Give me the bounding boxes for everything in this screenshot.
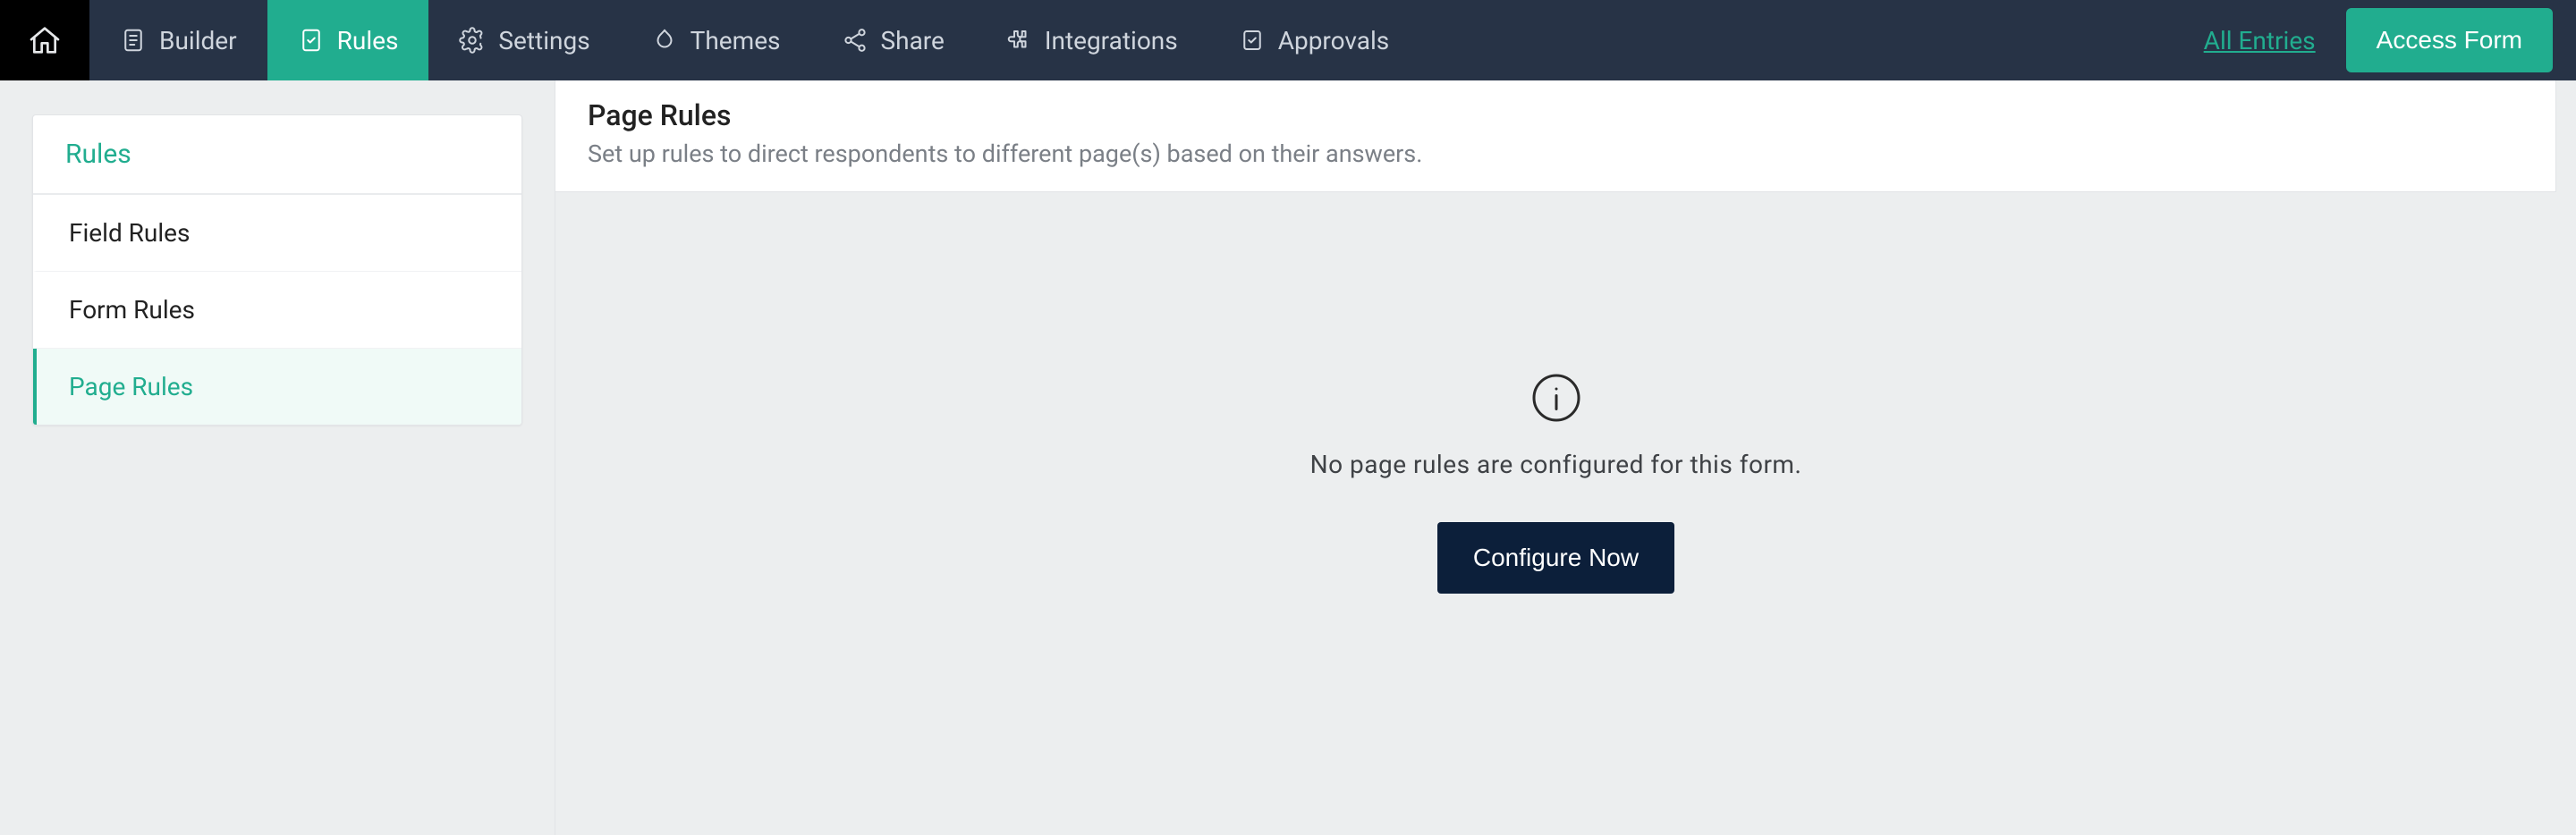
sidebar-title: Rules	[33, 115, 521, 195]
nav-label: Approvals	[1278, 26, 1390, 55]
sidebar-item-page-rules[interactable]: Page Rules	[33, 349, 521, 425]
sidebar-item-label: Form Rules	[69, 295, 195, 325]
nav-items: Builder Rules Settings	[89, 0, 2204, 80]
empty-state-text: No page rules are configured for this fo…	[1310, 450, 1802, 479]
content: Page Rules Set up rules to direct respon…	[555, 80, 2576, 835]
content-header: Page Rules Set up rules to direct respon…	[555, 80, 2556, 192]
configure-now-button[interactable]: Configure Now	[1437, 522, 1674, 594]
nav-right: All Entries Access Form	[2204, 0, 2576, 80]
page-title: Page Rules	[588, 98, 2523, 132]
sidebar-item-form-rules[interactable]: Form Rules	[33, 272, 521, 349]
nav-label: Integrations	[1045, 26, 1178, 55]
nav-approvals[interactable]: Approvals	[1208, 0, 1420, 80]
page-subtitle: Set up rules to direct respondents to di…	[588, 139, 2523, 168]
sidebar-item-label: Field Rules	[69, 218, 190, 248]
sidebar: Rules Field Rules Form Rules Page Rules	[32, 114, 522, 426]
access-form-button[interactable]: Access Form	[2346, 8, 2553, 72]
nav-integrations[interactable]: Integrations	[975, 0, 1208, 80]
nav-rules[interactable]: Rules	[267, 0, 429, 80]
nav-builder[interactable]: Builder	[89, 0, 267, 80]
sidebar-item-field-rules[interactable]: Field Rules	[33, 195, 521, 272]
home-icon	[27, 22, 63, 58]
gear-icon	[459, 27, 486, 54]
sidebar-item-label: Page Rules	[69, 372, 193, 401]
info-icon	[1530, 371, 1583, 425]
rules-icon	[298, 27, 325, 54]
builder-icon	[120, 27, 147, 54]
integrations-icon	[1005, 27, 1032, 54]
nav-label: Share	[881, 26, 945, 55]
nav-label: Rules	[337, 26, 399, 55]
home-button[interactable]	[0, 0, 89, 80]
share-icon	[842, 27, 869, 54]
content-body: No page rules are configured for this fo…	[555, 192, 2556, 835]
sidebar-wrap: Rules Field Rules Form Rules Page Rules	[0, 80, 555, 835]
nav-themes[interactable]: Themes	[621, 0, 811, 80]
approvals-icon	[1239, 27, 1266, 54]
nav-label: Themes	[691, 26, 781, 55]
layout: Rules Field Rules Form Rules Page Rules …	[0, 80, 2576, 835]
nav-settings[interactable]: Settings	[428, 0, 620, 80]
nav-label: Settings	[498, 26, 589, 55]
all-entries-link[interactable]: All Entries	[2204, 26, 2316, 55]
themes-icon	[651, 27, 678, 54]
nav-share[interactable]: Share	[811, 0, 975, 80]
nav-label: Builder	[159, 26, 237, 55]
top-nav: Builder Rules Settings	[0, 0, 2576, 80]
